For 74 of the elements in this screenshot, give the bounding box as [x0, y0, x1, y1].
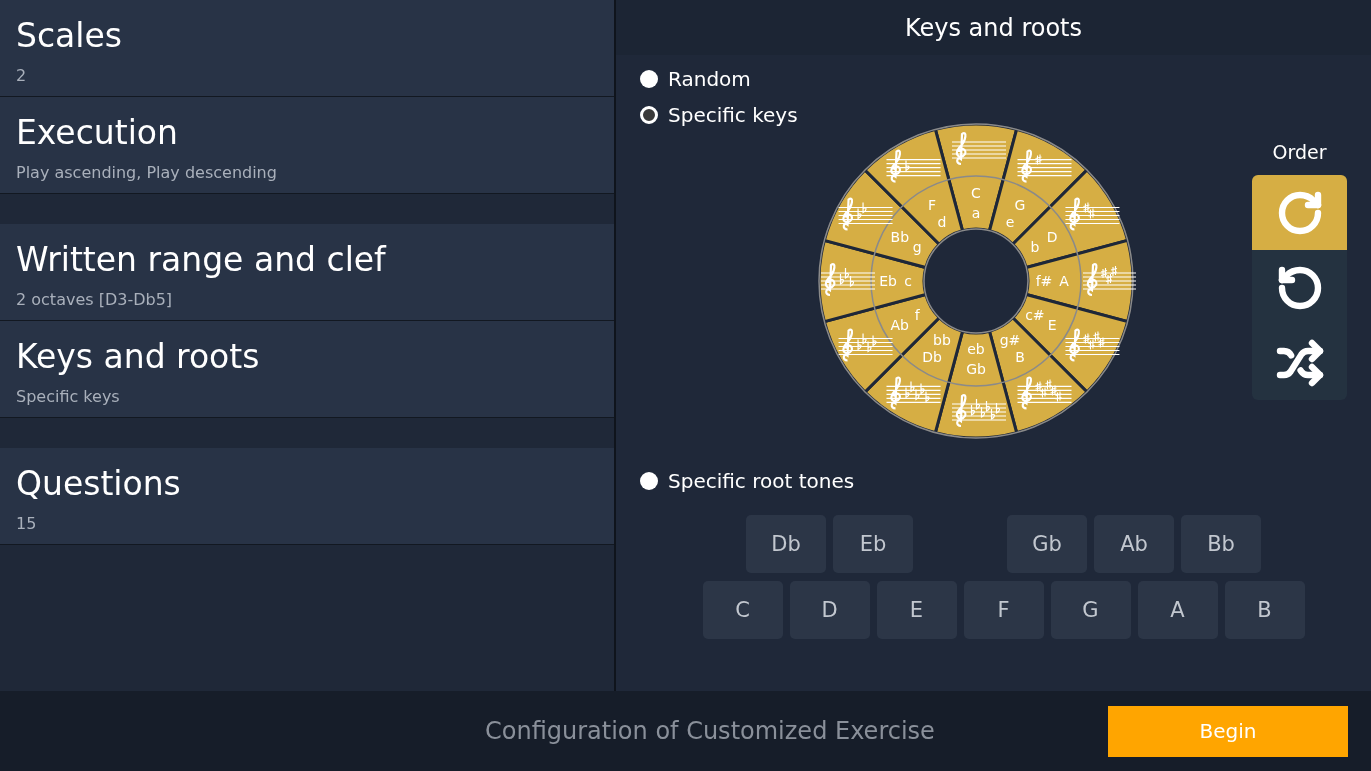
minor-key-label: e	[1005, 214, 1015, 231]
key-signature-icon	[951, 394, 1007, 428]
item-value: Play ascending, Play descending	[16, 163, 277, 182]
key-signature-icon	[820, 263, 876, 297]
major-key-label: A	[1059, 273, 1069, 289]
root-tone-button[interactable]: Gb	[1007, 515, 1087, 573]
major-key-label: F	[927, 196, 937, 213]
settings-item[interactable]: Questions 15	[0, 448, 614, 545]
major-key-label: B	[1015, 349, 1025, 366]
minor-key-label: a	[971, 205, 981, 221]
major-key-label: Gb	[966, 361, 986, 377]
root-tone-button[interactable]: F	[963, 581, 1044, 639]
minor-key-label: f	[914, 307, 920, 323]
root-tone-button[interactable]: Db	[746, 515, 826, 573]
minor-key-label: c#	[1025, 307, 1045, 323]
panel-title: Keys and roots	[904, 13, 1082, 42]
minor-key-label: g#	[999, 331, 1021, 348]
item-title: Scales	[16, 16, 122, 56]
key-signature-icon	[1016, 149, 1073, 183]
shuffle-icon	[1275, 338, 1324, 387]
root-tone-button[interactable]: Bb	[1181, 515, 1261, 573]
radio-button[interactable]	[640, 70, 658, 88]
order-label: Order	[1272, 141, 1327, 163]
root-tone-button[interactable]: G	[1050, 581, 1131, 639]
key-signature-icon	[885, 376, 942, 410]
radio-label: Random	[668, 67, 751, 91]
minor-key-label: bb	[933, 331, 951, 348]
key-signature-icon	[837, 197, 894, 231]
radio-label: Specific keys	[668, 103, 798, 127]
major-key-label: D	[1046, 229, 1058, 245]
key-signature-icon	[1082, 263, 1136, 297]
minor-key-label: g	[912, 239, 922, 255]
root-tone-button[interactable]: B	[1224, 581, 1305, 639]
major-key-label: Ab	[890, 317, 909, 333]
key-signature-icon	[1064, 197, 1121, 231]
item-value: 15	[16, 514, 37, 533]
key-signature-icon	[951, 132, 1007, 166]
major-key-label: Db	[922, 349, 942, 366]
root-tone-button[interactable]: D	[789, 581, 870, 639]
major-key-label: C	[971, 185, 981, 201]
item-value: 2 octaves [D3-Db5]	[16, 290, 173, 309]
radio-button[interactable]	[640, 472, 658, 490]
item-title: Execution	[16, 113, 178, 153]
major-key-label: E	[1047, 317, 1057, 333]
settings-item[interactable]: Keys and roots Specific keys	[0, 321, 614, 418]
radio-button[interactable]	[640, 106, 658, 124]
key-signature-icon	[837, 328, 894, 362]
footer-title: Configuration of Customized Exercise	[485, 717, 935, 745]
major-key-label: Bb	[890, 229, 910, 245]
radio-label: Specific root tones	[668, 469, 855, 493]
item-title: Keys and roots	[16, 337, 260, 377]
minor-key-label: c	[904, 273, 912, 289]
minor-key-label: d	[937, 214, 947, 231]
item-title: Written range and clef	[16, 240, 386, 280]
minor-key-label: eb	[967, 341, 985, 357]
item-value: Specific keys	[16, 387, 120, 406]
item-value: 2	[16, 66, 27, 85]
key-segment[interactable]	[863, 127, 965, 246]
key-signature-icon	[1016, 376, 1073, 410]
root-tone-button[interactable]: C	[702, 581, 783, 639]
major-key-label: Eb	[879, 273, 897, 289]
root-tone-button[interactable]: Eb	[833, 515, 913, 573]
root-tone-button[interactable]: E	[876, 581, 957, 639]
key-signature-icon	[1064, 328, 1121, 362]
key-signature-icon	[885, 149, 942, 183]
minor-key-label: b	[1030, 239, 1040, 255]
settings-item[interactable]: Scales 2	[0, 0, 614, 97]
minor-key-label: f#	[1035, 273, 1053, 289]
root-tone-button[interactable]: Ab	[1094, 515, 1174, 573]
item-title: Questions	[16, 464, 181, 504]
root-tone-button[interactable]: A	[1137, 581, 1218, 639]
settings-item[interactable]: Execution Play ascending, Play descending	[0, 97, 614, 194]
settings-item[interactable]: Written range and clef 2 octaves [D3-Db5]	[0, 224, 614, 321]
major-key-label: G	[1014, 196, 1026, 213]
